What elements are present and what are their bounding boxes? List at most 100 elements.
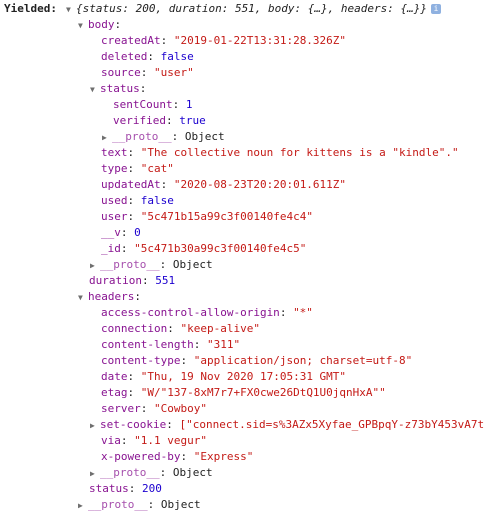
prop-updatedAt: updatedAt: "2020-08-23T20:20:01.611Z" <box>101 178 347 191</box>
prop-key: _id <box>101 242 121 255</box>
prop-key: user <box>101 210 128 223</box>
prop-key: used <box>101 194 128 207</box>
prop-value: false <box>140 194 174 207</box>
prop-x-powered-by: x-powered-by: "Express" <box>101 450 254 463</box>
prop-content-type: content-type: "application/json; charset… <box>101 354 413 367</box>
triangle-right-icon[interactable]: ▶ <box>102 130 112 146</box>
prop-key: content-type <box>101 354 181 367</box>
prop-key: content-length <box>101 338 194 351</box>
triangle-down-icon[interactable]: ▼ <box>78 18 88 34</box>
headers-proto-node[interactable]: ▶ __proto__: Object <box>90 465 213 481</box>
prop-etag: etag: "W/"137-8xM7r7+FX0cwe26DtQ1U0jqnHx… <box>101 386 386 399</box>
prop-connection: connection: "keep-alive" <box>101 322 260 335</box>
prop-duration: duration: 551 <box>89 274 176 287</box>
prop-key: __v <box>101 226 121 239</box>
summary-text: {status: 200, duration: 551, body: {…}, … <box>76 2 427 15</box>
proto-key: __proto__ <box>100 466 160 479</box>
prop-key: verified <box>113 114 166 127</box>
status-node[interactable]: ▼ status: <box>90 81 146 97</box>
prop-value: "keep-alive" <box>180 322 260 335</box>
prop-user: user: "5c471b15a99c3f00140fe4c4" <box>101 210 313 223</box>
triangle-right-icon[interactable]: ▶ <box>78 498 88 514</box>
prop-key: connection <box>101 322 168 335</box>
prop-key: access-control-allow-origin <box>101 306 280 319</box>
prop-value: "311" <box>206 338 241 351</box>
set-cookie-node[interactable]: ▶ set-cookie: ["connect.sid=s%3AZx5Xyfae_… <box>90 417 484 433</box>
prop-value: "Express" <box>193 450 254 463</box>
prop-key: duration <box>89 274 142 287</box>
prop-content-length: content-length: "311" <box>101 338 241 351</box>
status-key: status <box>100 82 140 95</box>
triangle-right-icon[interactable]: ▶ <box>90 466 100 482</box>
prop-v: __v: 0 <box>101 226 141 239</box>
body-key: body <box>88 18 115 31</box>
prop-acao: access-control-allow-origin: "*" <box>101 306 313 319</box>
prop-key: type <box>101 162 128 175</box>
prop-value: "W/"137-8xM7r7+FX0cwe26DtQ1U0jqnHxA"" <box>140 386 386 399</box>
prop-via: via: "1.1 vegur" <box>101 434 207 447</box>
prop-value: 1 <box>185 98 193 111</box>
prop-key: sentCount <box>113 98 173 111</box>
prop-value: 0 <box>134 226 141 239</box>
proto-value: Object <box>172 258 213 271</box>
prop-value: "1.1 vegur" <box>134 434 207 447</box>
body-node[interactable]: ▼ body: <box>78 17 121 33</box>
prop-deleted: deleted: false <box>101 50 194 63</box>
prop-value: "5c471b15a99c3f00140fe4c4" <box>140 210 313 223</box>
prop-value: ["connect.sid=s%3AZx5Xyfae_GPBpqY-z73bY4… <box>179 418 484 431</box>
prop-key: status <box>89 482 129 495</box>
yielded-row: Yielded: ▼ {status: 200, duration: 551, b… <box>0 1 484 17</box>
triangle-right-icon[interactable]: ▶ <box>90 418 100 433</box>
prop-source: source: "user" <box>101 66 194 79</box>
prop-date: date: "Thu, 19 Nov 2020 17:05:31 GMT" <box>101 370 347 383</box>
proto-value: Object <box>184 130 225 143</box>
proto-key: __proto__ <box>100 258 160 271</box>
yielded-label: Yielded: <box>4 2 57 15</box>
summary-toggle[interactable]: ▼ {status: 200, duration: 551, body: {…},… <box>66 1 441 18</box>
prop-key: source <box>101 66 141 79</box>
body-proto-node[interactable]: ▶ __proto__: Object <box>90 257 213 273</box>
prop-value: false <box>160 50 194 63</box>
prop-key: x-powered-by <box>101 450 181 463</box>
prop-createdAt: createdAt: "2019-01-22T13:31:28.326Z" <box>101 34 347 47</box>
console-output: Yielded: ▼ {status: 200, duration: 551, b… <box>0 0 484 511</box>
status-proto-node[interactable]: ▶ __proto__: Object <box>102 129 225 145</box>
triangle-down-icon[interactable]: ▼ <box>90 82 100 98</box>
prop-key: via <box>101 434 121 447</box>
prop-key: updatedAt <box>101 178 161 191</box>
prop-key: createdAt <box>101 34 161 47</box>
prop-used: used: false <box>101 194 174 207</box>
proto-key: __proto__ <box>112 130 172 143</box>
prop-status: status: 200 <box>89 482 162 495</box>
prop-value: true <box>179 114 206 127</box>
triangle-down-icon[interactable]: ▼ <box>78 290 88 306</box>
prop-server: server: "Cowboy" <box>101 402 207 415</box>
prop-key: text <box>101 146 128 159</box>
prop-value: "Thu, 19 Nov 2020 17:05:31 GMT" <box>140 370 347 383</box>
triangle-down-icon[interactable]: ▼ <box>66 2 76 18</box>
triangle-right-icon[interactable]: ▶ <box>90 258 100 274</box>
headers-key: headers <box>88 290 135 303</box>
prop-value: "2019-01-22T13:31:28.326Z" <box>173 34 347 47</box>
proto-value: Object <box>172 466 213 479</box>
prop-value: "application/json; charset=utf-8" <box>193 354 413 367</box>
prop-value: "5c471b30a99c3f00140fe4c5" <box>134 242 307 255</box>
prop-type: type: "cat" <box>101 162 174 175</box>
prop-key: date <box>101 370 128 383</box>
info-icon[interactable]: i <box>431 4 441 14</box>
prop-text: text: "The collective noun for kittens i… <box>101 146 459 159</box>
prop-id: _id: "5c471b30a99c3f00140fe4c5" <box>101 242 307 255</box>
prop-value: "cat" <box>140 162 174 175</box>
prop-key: server <box>101 402 141 415</box>
prop-value: "*" <box>293 306 313 319</box>
prop-value: "The collective noun for kittens is a "k… <box>140 146 459 159</box>
prop-key: deleted <box>101 50 148 63</box>
headers-node[interactable]: ▼ headers: <box>78 289 141 305</box>
prop-key: set-cookie <box>100 418 167 431</box>
prop-value: 551 <box>155 274 176 287</box>
prop-value: "user" <box>154 66 194 79</box>
prop-key: etag <box>101 386 128 399</box>
prop-sentCount: sentCount: 1 <box>113 98 193 111</box>
prop-value: 200 <box>142 482 162 495</box>
prop-value: "2020-08-23T20:20:01.611Z" <box>173 178 347 191</box>
